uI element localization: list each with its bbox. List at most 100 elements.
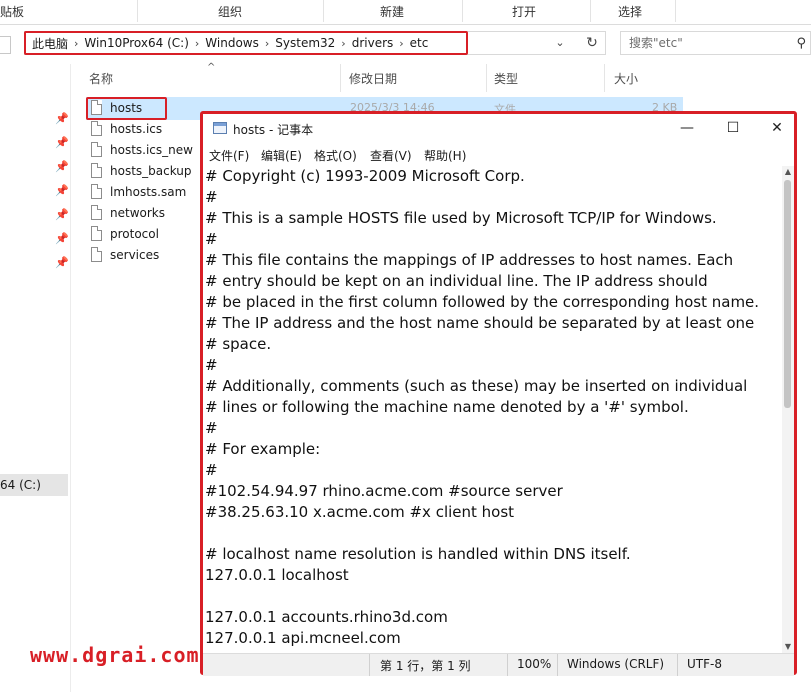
ribbon-divider: [323, 0, 324, 22]
editor-line: # The IP address and the host name shoul…: [205, 314, 755, 332]
menu-view[interactable]: 查看(V): [370, 147, 412, 164]
ribbon-divider: [675, 0, 676, 22]
search-input[interactable]: 搜索"etc" ⚲: [620, 31, 811, 55]
menu-edit[interactable]: 编辑(E): [261, 147, 302, 164]
file-icon: [91, 142, 102, 157]
file-row-hosts-ics[interactable]: hosts.ics: [88, 119, 198, 140]
scroll-up-icon[interactable]: ▲: [782, 166, 794, 178]
editor-line: # Additionally, comments (such as these)…: [205, 377, 748, 395]
pin-icon[interactable]: 📌: [55, 160, 69, 173]
status-encoding: UTF-8: [687, 657, 722, 671]
file-row-services[interactable]: services: [88, 245, 198, 266]
search-icon[interactable]: ⚲: [796, 33, 806, 55]
file-name: hosts.ics: [110, 122, 163, 136]
status-line-ending: Windows (CRLF): [567, 657, 665, 671]
close-icon[interactable]: ✕: [754, 114, 800, 144]
chevron-right-icon[interactable]: ›: [265, 37, 269, 50]
file-row-hosts-ics-new[interactable]: hosts.ics_new: [88, 140, 198, 161]
status-bar: 第 1 行，第 1 列 100% Windows (CRLF) UTF-8: [203, 653, 794, 676]
nav-item-label: 64 (C:): [0, 478, 41, 492]
notepad-window: hosts - 记事本 — ☐ ✕ 文件(F) 编辑(E) 格式(O) 查看(V…: [200, 111, 797, 676]
editor-line: # This file contains the mappings of IP …: [205, 251, 734, 269]
file-name: services: [110, 248, 160, 262]
pin-icon[interactable]: 📌: [55, 232, 69, 245]
text-editor[interactable]: # Copyright (c) 1993-2009 Microsoft Corp…: [203, 166, 778, 653]
status-divider: [557, 654, 558, 676]
ribbon-tab-open[interactable]: 打开: [512, 3, 536, 20]
file-icon: [91, 226, 102, 241]
breadcrumb-item-this-pc[interactable]: 此电脑: [32, 35, 68, 52]
menu-format[interactable]: 格式(O): [314, 147, 357, 164]
file-name: hosts_backup: [110, 164, 192, 178]
column-divider[interactable]: [604, 64, 605, 92]
menu-help[interactable]: 帮助(H): [424, 147, 466, 164]
pin-icon[interactable]: 📌: [55, 112, 69, 125]
chevron-right-icon[interactable]: ›: [399, 37, 403, 50]
editor-line: # Copyright (c) 1993-2009 Microsoft Corp…: [205, 167, 525, 185]
editor-line: # This is a sample HOSTS file used by Mi…: [205, 209, 717, 227]
column-header-size[interactable]: 大小: [614, 70, 638, 87]
pin-icon[interactable]: 📌: [55, 184, 69, 197]
notepad-app-icon[interactable]: [213, 122, 227, 134]
scroll-down-icon[interactable]: ▼: [782, 641, 794, 653]
editor-line: #: [205, 356, 218, 374]
status-divider: [677, 654, 678, 676]
chevron-right-icon[interactable]: ›: [74, 37, 78, 50]
file-row-networks[interactable]: networks: [88, 203, 198, 224]
pin-icon[interactable]: 📌: [55, 208, 69, 221]
nav-item-drive-c[interactable]: 64 (C:): [0, 474, 68, 496]
ribbon-tab-organize[interactable]: 组织: [218, 3, 242, 20]
editor-line: #: [205, 188, 218, 206]
breadcrumb-item-etc[interactable]: etc: [410, 36, 429, 50]
ribbon-tab-clipboard[interactable]: 贴板: [0, 3, 24, 20]
editor-line: # entry should be kept on an individual …: [205, 272, 708, 290]
editor-line: 127.0.0.1 accounts.rhino3d.com: [205, 608, 448, 626]
breadcrumb-item-drivers[interactable]: drivers: [352, 36, 394, 50]
notepad-titlebar[interactable]: hosts - 记事本 — ☐ ✕: [203, 114, 794, 144]
breadcrumb-item-drive[interactable]: Win10Prox64 (C:): [84, 36, 188, 50]
status-divider: [507, 654, 508, 676]
editor-line: #102.54.94.97 rhino.acme.com #source ser…: [205, 482, 563, 500]
file-name: protocol: [110, 227, 159, 241]
file-icon: [91, 121, 102, 136]
breadcrumb-item-windows[interactable]: Windows: [205, 36, 259, 50]
file-name: lmhosts.sam: [110, 185, 187, 199]
breadcrumb-item-system32[interactable]: System32: [275, 36, 335, 50]
column-divider[interactable]: [486, 64, 487, 92]
file-icon: [91, 163, 102, 178]
editor-line: #: [205, 419, 218, 437]
pin-icon[interactable]: 📌: [55, 256, 69, 269]
column-header-name[interactable]: 名称: [89, 70, 113, 87]
file-row-protocol[interactable]: protocol: [88, 224, 198, 245]
ribbon-tab-new[interactable]: 新建: [380, 3, 404, 20]
file-icon: [91, 184, 102, 199]
column-header-modified[interactable]: 修改日期: [349, 70, 397, 87]
address-history-dropdown-icon[interactable]: ⌄: [548, 31, 572, 55]
column-header-type[interactable]: 类型: [494, 70, 518, 87]
chevron-right-icon[interactable]: ›: [341, 37, 345, 50]
column-divider[interactable]: [340, 64, 341, 92]
breadcrumb[interactable]: 此电脑 › Win10Prox64 (C:) › Windows › Syste…: [24, 31, 468, 55]
maximize-icon[interactable]: ☐: [710, 114, 756, 144]
sort-ascending-icon: ^: [207, 62, 216, 73]
minimize-icon[interactable]: —: [664, 114, 710, 144]
file-row-lmhosts[interactable]: lmhosts.sam: [88, 182, 198, 203]
scrollbar-thumb[interactable]: [784, 180, 791, 408]
file-name: networks: [110, 206, 165, 220]
window-title: hosts - 记事本: [233, 123, 314, 137]
file-row-hosts-backup[interactable]: hosts_backup: [88, 161, 198, 182]
refresh-icon[interactable]: ↻: [580, 31, 604, 55]
file-icon: [91, 205, 102, 220]
nav-up-button[interactable]: [0, 36, 11, 54]
chevron-right-icon[interactable]: ›: [195, 37, 199, 50]
ribbon-tab-select[interactable]: 选择: [618, 3, 642, 20]
editor-line: 127.0.0.1 api.mcneel.com: [205, 629, 401, 647]
pin-icon[interactable]: 📌: [55, 136, 69, 149]
editor-line: # For example:: [205, 440, 321, 458]
editor-line: #: [205, 461, 218, 479]
status-cursor-position: 第 1 行，第 1 列: [380, 659, 471, 673]
vertical-scrollbar[interactable]: ▲ ▼: [782, 166, 794, 653]
menu-file[interactable]: 文件(F): [209, 147, 249, 164]
ribbon-divider: [137, 0, 138, 22]
